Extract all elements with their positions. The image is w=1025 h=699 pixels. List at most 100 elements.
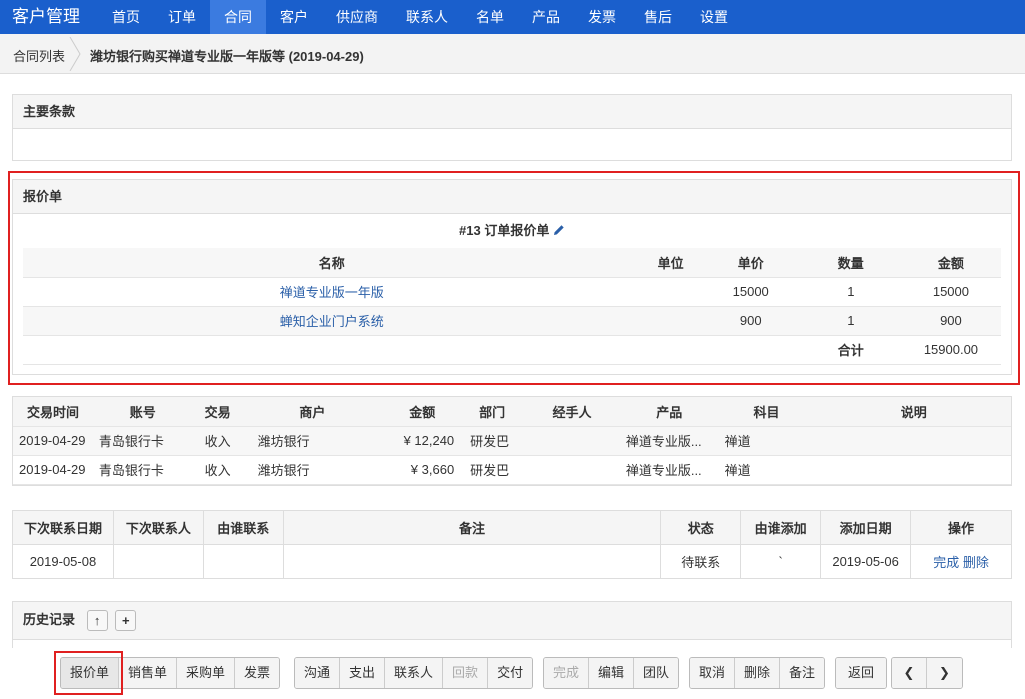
cell-qty: 1	[800, 277, 901, 307]
communicate-button[interactable]: 沟通	[295, 658, 341, 688]
col-actions: 操作	[910, 510, 1012, 545]
pager-button-group: ❮ ❯	[891, 657, 963, 689]
payment-button[interactable]: 回款	[443, 658, 489, 688]
col-added-date: 添加日期	[820, 510, 912, 545]
status-button-group: 完成 编辑 团队	[543, 657, 680, 689]
cell-next-date: 2019-05-08	[12, 544, 114, 579]
nav-leads[interactable]: 名单	[462, 0, 518, 34]
invoice-button[interactable]: 发票	[235, 658, 280, 688]
col-amount: 金额	[900, 248, 1001, 278]
transactions-panel: 交易时间 账号 交易 商户 金额 部门 经手人 产品 科目 说明 2019-04…	[12, 396, 1012, 486]
col-status: 状态	[660, 510, 742, 545]
cell-price: 900	[700, 306, 801, 336]
record-button-group: 沟通 支出 联系人 回款 交付	[294, 657, 534, 689]
cell-status: 待联系	[660, 544, 742, 579]
total-row: 合计 15900.00	[23, 335, 1001, 365]
cell-subject: 禅道	[716, 426, 817, 456]
col-qty: 数量	[800, 248, 901, 278]
cell-tx-type: 收入	[192, 426, 243, 456]
nav-customers[interactable]: 客户	[266, 0, 322, 34]
arrow-up-icon[interactable]: ↑	[86, 610, 108, 632]
nav-orders[interactable]: 订单	[154, 0, 210, 34]
col-dept: 部门	[462, 397, 523, 427]
terms-panel: 主要条款	[12, 94, 1012, 161]
col-note: 备注	[282, 510, 662, 545]
cell-handler	[522, 455, 622, 485]
cell-unit	[640, 277, 701, 307]
expense-button[interactable]: 支出	[340, 658, 386, 688]
col-account: 账号	[92, 397, 193, 427]
complete-button[interactable]: 完成	[544, 658, 590, 688]
quote-table-header: 名称 单位 单价 数量 金额	[23, 248, 1001, 278]
sales-order-button[interactable]: 销售单	[119, 658, 178, 688]
top-nav: 客户管理 首页 订单 合同 客户 供应商 联系人 名单 产品 发票 售后 设置	[0, 0, 1025, 34]
manage-button-group: 取消 删除 备注	[689, 657, 826, 689]
transactions-table: 交易时间 账号 交易 商户 金额 部门 经手人 产品 科目 说明 2019-04…	[13, 397, 1011, 485]
history-title: 历史记录	[23, 612, 76, 627]
followup-panel: 下次联系日期 下次联系人 由谁联系 备注 状态 由谁添加 添加日期 操作 201…	[12, 510, 1012, 581]
cell-account: 青岛银行卡	[92, 455, 193, 485]
cell-dept: 研发巴	[462, 455, 523, 485]
cell-unit	[640, 306, 701, 336]
total-value: 15900.00	[900, 335, 1001, 365]
cell-price: 15000	[700, 277, 801, 307]
delete-link[interactable]: 删除	[963, 555, 989, 570]
cell-amount: 900	[900, 306, 1001, 336]
cell-tx-time: 2019-04-29	[13, 455, 93, 485]
complete-link[interactable]: 完成	[933, 555, 959, 570]
app-brand[interactable]: 客户管理	[0, 0, 98, 34]
edit-button[interactable]: 编辑	[589, 658, 635, 688]
cell-added-date: 2019-05-06	[820, 544, 912, 579]
nav-invoices[interactable]: 发票	[574, 0, 630, 34]
nav-suppliers[interactable]: 供应商	[322, 0, 392, 34]
col-unit: 单位	[640, 248, 701, 278]
contact-button[interactable]: 联系人	[385, 658, 444, 688]
cell-dept: 研发巴	[462, 426, 523, 456]
terms-panel-title: 主要条款	[13, 95, 1011, 129]
nav-home[interactable]: 首页	[98, 0, 154, 34]
table-row: 2019-04-29 青岛银行卡 收入 潍坊银行 ¥ 12,240 研发巴 禅道…	[13, 426, 1011, 456]
product-link[interactable]: 禅道专业版一年版	[280, 285, 384, 300]
purchase-order-button[interactable]: 采购单	[177, 658, 236, 688]
history-header: 历史记录 ↑ +	[13, 602, 1011, 640]
col-subject: 科目	[716, 397, 817, 427]
breadcrumb-contract-list[interactable]: 合同列表	[13, 46, 65, 65]
col-tx-amount: 金额	[382, 397, 463, 427]
cell-merchant: 潍坊银行	[242, 455, 383, 485]
cell-tx-time: 2019-04-29	[13, 426, 93, 456]
col-contacted-by: 由谁联系	[202, 510, 284, 545]
table-row: 蝉知企业门户系统 900 1 900	[23, 306, 1001, 336]
history-panel: 历史记录 ↑ +	[12, 601, 1012, 648]
note-button[interactable]: 备注	[780, 658, 825, 688]
nav-settings[interactable]: 设置	[686, 0, 742, 34]
nav-contracts[interactable]: 合同	[210, 0, 266, 34]
col-tx-time: 交易时间	[13, 397, 93, 427]
col-added-by: 由谁添加	[740, 510, 822, 545]
cell-desc	[816, 455, 1011, 485]
team-button[interactable]: 团队	[634, 658, 679, 688]
quote-table: 名称 单位 单价 数量 金额 禅道专业版一年版 15000 1 15000 蝉知…	[23, 248, 1001, 365]
nav-contacts[interactable]: 联系人	[392, 0, 462, 34]
col-tx-type: 交易	[192, 397, 243, 427]
order-quote-title: #13 订单报价单	[23, 214, 1001, 248]
cell-desc	[816, 426, 1011, 456]
cell-tx-type: 收入	[192, 455, 243, 485]
plus-icon[interactable]: +	[115, 610, 137, 632]
cancel-button[interactable]: 取消	[690, 658, 736, 688]
cell-merchant: 潍坊银行	[242, 426, 383, 456]
product-link[interactable]: 蝉知企业门户系统	[280, 314, 384, 329]
cell-handler	[522, 426, 622, 456]
back-button[interactable]: 返回	[836, 658, 887, 688]
cell-amount: 15000	[900, 277, 1001, 307]
edit-pencil-icon[interactable]	[553, 224, 565, 236]
chevron-right-icon[interactable]: ❯	[927, 658, 962, 688]
quote-panel: 报价单 #13 订单报价单 名称 单位 单价 数量 金额 禅道专业版一年版 15…	[12, 179, 1012, 375]
col-next-contact: 下次联系人	[112, 510, 204, 545]
chevron-left-icon[interactable]: ❮	[892, 658, 927, 688]
nav-products[interactable]: 产品	[518, 0, 574, 34]
delivery-button[interactable]: 交付	[488, 658, 533, 688]
col-handler: 经手人	[522, 397, 622, 427]
nav-after-sales[interactable]: 售后	[630, 0, 686, 34]
delete-button[interactable]: 删除	[735, 658, 781, 688]
col-name: 名称	[23, 248, 641, 278]
